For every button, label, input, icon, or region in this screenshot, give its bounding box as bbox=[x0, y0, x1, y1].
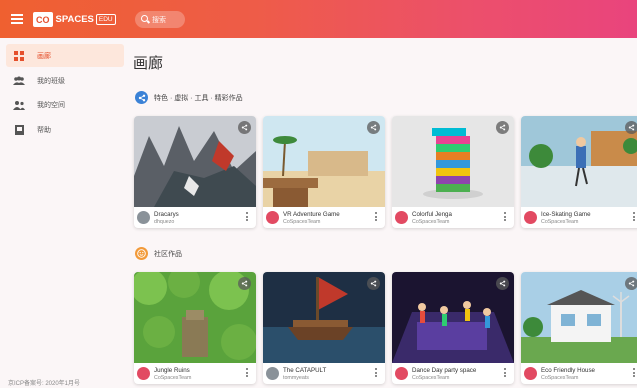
space-card[interactable]: Eco Friendly House CoSpacesTeam bbox=[521, 272, 637, 384]
card-title: Ice-Skating Game bbox=[541, 211, 591, 218]
section-label: 特色 · 虚拟 · 工具 · 精彩作品 bbox=[154, 94, 243, 102]
card-thumbnail bbox=[134, 272, 256, 363]
more-vert-icon[interactable] bbox=[246, 212, 248, 222]
logo-edu-badge: EDU bbox=[95, 14, 116, 25]
section-label: 社区作品 bbox=[154, 250, 182, 258]
more-vert-icon[interactable] bbox=[246, 368, 248, 378]
people-icon bbox=[12, 98, 26, 112]
share-icon[interactable] bbox=[496, 121, 509, 134]
more-vert-icon[interactable] bbox=[633, 212, 635, 222]
top-bar: CO SPACES EDU 搜索 bbox=[0, 0, 637, 38]
card-title: Eco Friendly House bbox=[541, 367, 595, 374]
section-header-featured: 特色 · 虚拟 · 工具 · 精彩作品 bbox=[135, 91, 243, 104]
sidebar-item-classes[interactable]: 我的班级 bbox=[6, 69, 124, 92]
sidebar-item-spaces[interactable]: 我的空间 bbox=[6, 93, 124, 116]
more-vert-icon[interactable] bbox=[375, 368, 377, 378]
sidebar-item-help[interactable]: 帮助 bbox=[6, 118, 124, 141]
book-icon bbox=[12, 123, 26, 137]
more-vert-icon[interactable] bbox=[504, 368, 506, 378]
card-author: CoSpacesTeam bbox=[412, 219, 450, 225]
cospaces-logo[interactable]: CO SPACES EDU bbox=[33, 12, 116, 27]
share-icon[interactable] bbox=[367, 277, 380, 290]
page-title: 画廊 bbox=[133, 55, 164, 72]
card-thumbnail bbox=[521, 116, 637, 207]
share-nodes-icon bbox=[135, 91, 148, 104]
footer-icp[interactable]: 京ICP备案号: 2020年1月号 bbox=[8, 378, 80, 387]
card-info: Colorful Jenga CoSpacesTeam bbox=[392, 207, 514, 228]
card-title: Dracarys bbox=[154, 211, 179, 218]
card-author: CoSpacesTeam bbox=[154, 375, 192, 381]
share-icon[interactable] bbox=[238, 277, 251, 290]
sidebar-item-gallery[interactable]: 画廊 bbox=[6, 44, 124, 67]
more-vert-icon[interactable] bbox=[504, 212, 506, 222]
sidebar-item-label: 我的空间 bbox=[37, 101, 65, 109]
card-author: CoSpacesTeam bbox=[541, 375, 579, 381]
logo-name: SPACES bbox=[55, 14, 94, 25]
avatar bbox=[266, 367, 279, 380]
avatar bbox=[137, 211, 150, 224]
space-card[interactable]: Colorful Jenga CoSpacesTeam bbox=[392, 116, 514, 228]
sidebar-item-label: 画廊 bbox=[37, 52, 51, 60]
group-icon bbox=[12, 74, 26, 88]
space-card[interactable]: Dracarys dhquezo bbox=[134, 116, 256, 228]
sidebar: 画廊 我的班级 我的空间 帮助 bbox=[0, 38, 128, 388]
avatar bbox=[137, 367, 150, 380]
logo-co: CO bbox=[33, 12, 53, 27]
card-thumbnail bbox=[263, 272, 385, 363]
card-thumbnail bbox=[521, 272, 637, 363]
avatar bbox=[524, 367, 537, 380]
card-author: tommyeats bbox=[283, 375, 309, 381]
sidebar-item-label: 我的班级 bbox=[37, 77, 65, 85]
card-title: VR Adventure Game bbox=[283, 211, 340, 218]
card-thumbnail bbox=[392, 116, 514, 207]
space-card[interactable]: Jungle Ruins CoSpacesTeam bbox=[134, 272, 256, 384]
share-icon[interactable] bbox=[496, 277, 509, 290]
card-author: dhquezo bbox=[154, 219, 175, 225]
card-author: CoSpacesTeam bbox=[412, 375, 450, 381]
card-author: CoSpacesTeam bbox=[283, 219, 321, 225]
card-thumbnail bbox=[392, 272, 514, 363]
space-card[interactable]: Dance Day party space CoSpacesTeam bbox=[392, 272, 514, 384]
section-header-community: 社区作品 bbox=[135, 247, 182, 260]
avatar bbox=[395, 367, 408, 380]
share-icon[interactable] bbox=[367, 121, 380, 134]
share-icon[interactable] bbox=[625, 121, 637, 134]
smile-icon bbox=[135, 247, 148, 260]
card-thumbnail bbox=[263, 116, 385, 207]
avatar bbox=[395, 211, 408, 224]
card-info: The CATAPULT tommyeats bbox=[263, 363, 385, 384]
card-info: Eco Friendly House CoSpacesTeam bbox=[521, 363, 637, 384]
more-vert-icon[interactable] bbox=[375, 212, 377, 222]
card-info: Dracarys dhquezo bbox=[134, 207, 256, 228]
card-title: Jungle Ruins bbox=[154, 367, 190, 374]
more-vert-icon[interactable] bbox=[633, 368, 635, 378]
avatar bbox=[266, 211, 279, 224]
share-icon[interactable] bbox=[625, 277, 637, 290]
search-input[interactable]: 搜索 bbox=[135, 11, 185, 28]
share-icon[interactable] bbox=[238, 121, 251, 134]
card-title: Dance Day party space bbox=[412, 367, 477, 374]
card-info: Ice-Skating Game CoSpacesTeam bbox=[521, 207, 637, 228]
card-info: Dance Day party space CoSpacesTeam bbox=[392, 363, 514, 384]
space-card[interactable]: The CATAPULT tommyeats bbox=[263, 272, 385, 384]
card-thumbnail bbox=[134, 116, 256, 207]
card-info: Jungle Ruins CoSpacesTeam bbox=[134, 363, 256, 384]
grid-icon bbox=[12, 49, 26, 63]
search-placeholder: 搜索 bbox=[152, 17, 166, 24]
card-info: VR Adventure Game CoSpacesTeam bbox=[263, 207, 385, 228]
card-title: The CATAPULT bbox=[283, 367, 327, 374]
card-title: Colorful Jenga bbox=[412, 211, 452, 218]
space-card[interactable]: VR Adventure Game CoSpacesTeam bbox=[263, 116, 385, 228]
avatar bbox=[524, 211, 537, 224]
menu-icon[interactable] bbox=[11, 14, 23, 24]
sidebar-item-label: 帮助 bbox=[37, 126, 51, 134]
search-icon bbox=[141, 15, 148, 22]
card-author: CoSpacesTeam bbox=[541, 219, 579, 225]
space-card[interactable]: Ice-Skating Game CoSpacesTeam bbox=[521, 116, 637, 228]
